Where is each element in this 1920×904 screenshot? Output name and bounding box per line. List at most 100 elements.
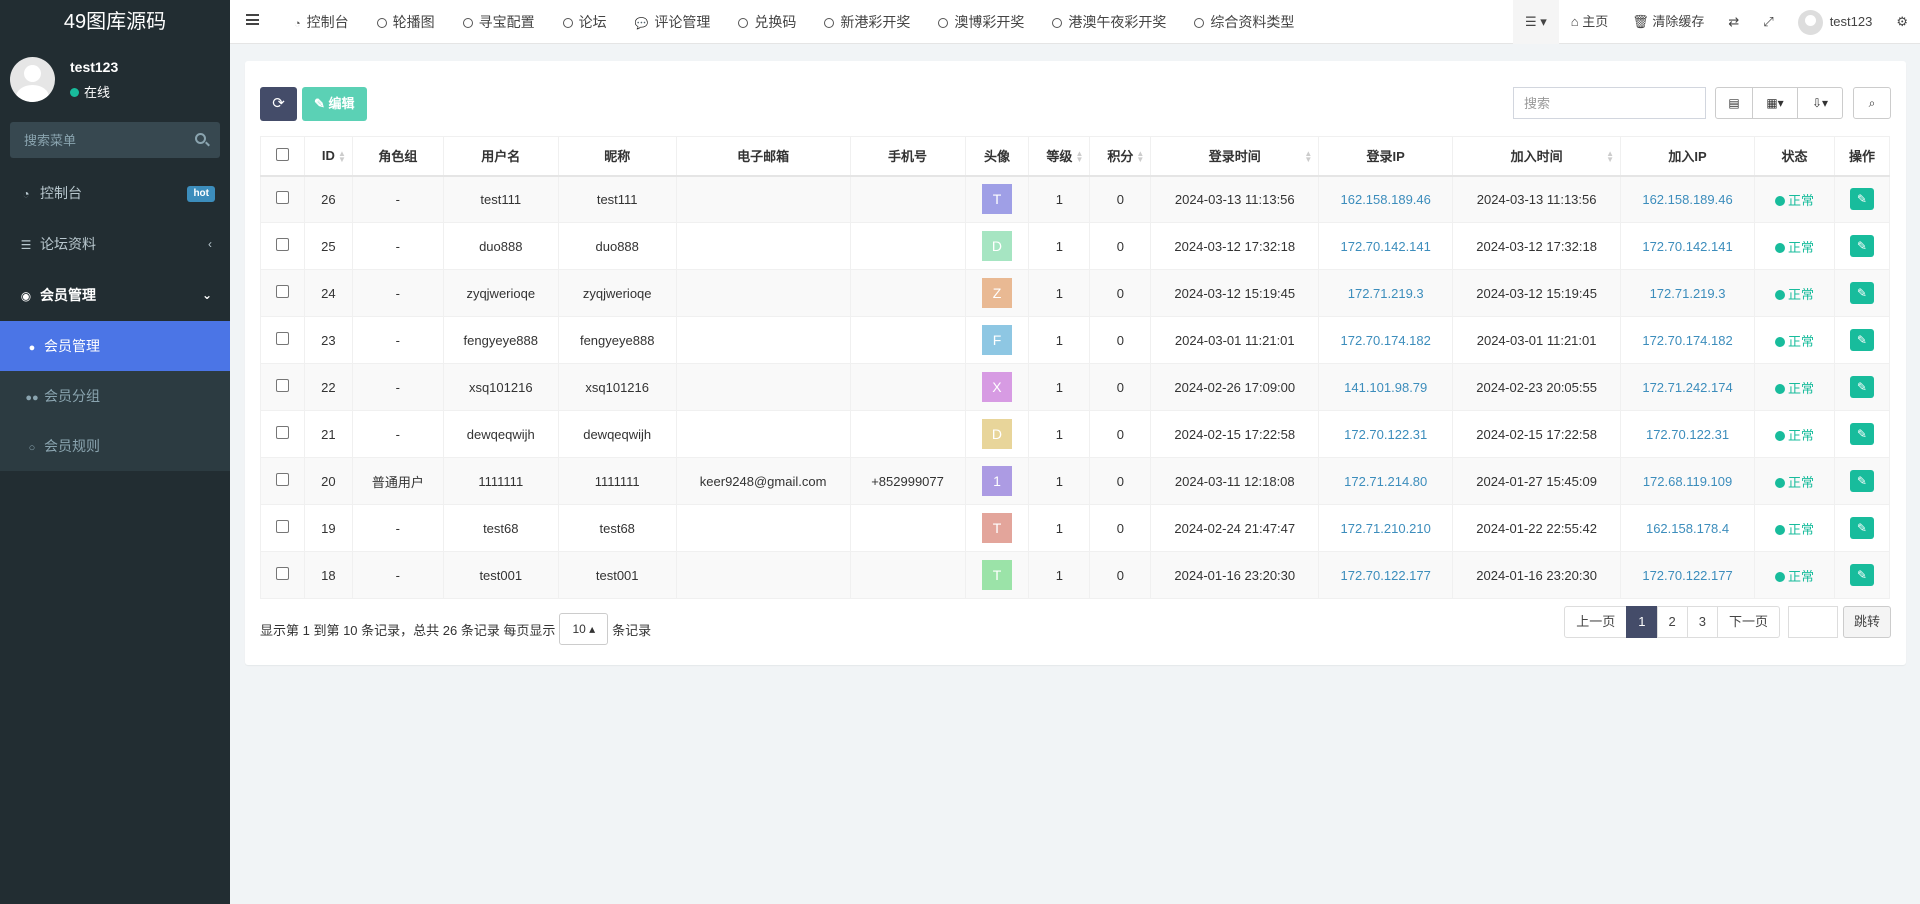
sidebar-item-members[interactable]: ◉ 会员管理 ⌄	[0, 270, 230, 321]
row-edit-button[interactable]: ✎	[1849, 517, 1874, 539]
cell-login-time: 2024-03-11 12:18:08	[1150, 457, 1320, 505]
col-level[interactable]: 等级 ▲ ▼	[1028, 136, 1091, 177]
status-badge[interactable]: 正常	[1774, 522, 1814, 537]
login-ip-link[interactable]: 172.71.219.3	[1348, 286, 1424, 301]
table-search-input[interactable]	[1513, 87, 1706, 119]
status-badge[interactable]: 正常	[1774, 381, 1814, 396]
sidebar-item-dashboard[interactable]: ◔ 控制台 hot	[0, 168, 230, 219]
sidebar-subitem-member-manage[interactable]: ● 会员管理	[0, 321, 230, 371]
brand-logo[interactable]: 49图库源码	[0, 0, 230, 44]
sidebar-search-input[interactable]	[10, 122, 220, 158]
row-edit-button[interactable]: ✎	[1849, 235, 1874, 257]
col-id[interactable]: ID ▲ ▼	[303, 136, 353, 177]
prev-page-button[interactable]: 上一页	[1564, 606, 1628, 638]
sidebar-item-label: 控制台	[40, 185, 82, 201]
row-edit-button[interactable]: ✎	[1849, 376, 1874, 398]
tab-treasure[interactable]: 寻宝配置	[449, 0, 549, 44]
join-ip-link[interactable]: 162.158.189.46	[1642, 192, 1732, 207]
row-edit-button[interactable]: ✎	[1849, 423, 1874, 445]
join-ip-link[interactable]: 172.71.219.3	[1650, 286, 1726, 301]
row-edit-button[interactable]: ✎	[1849, 188, 1874, 211]
login-ip-link[interactable]: 172.71.214.80	[1344, 474, 1427, 489]
cell-actions: ✎	[1833, 551, 1891, 599]
login-ip-link[interactable]: 162.158.189.46	[1341, 192, 1431, 207]
row-checkbox[interactable]	[275, 473, 289, 486]
toggle-view-button[interactable]: ▤	[1715, 87, 1753, 119]
user-menu[interactable]: test123	[1786, 0, 1885, 44]
tab-midnight-lottery[interactable]: 港澳午夜彩开奖	[1038, 0, 1180, 44]
fullscreen-button[interactable]: ⤢	[1751, 0, 1785, 44]
home-link[interactable]: ⌂ 主页	[1559, 0, 1620, 44]
tab-xingang-lottery[interactable]: 新港彩开奖	[810, 0, 924, 44]
login-ip-link[interactable]: 172.70.142.141	[1341, 239, 1431, 254]
settings-button[interactable]: ⚙	[1884, 0, 1920, 44]
select-all-checkbox[interactable]	[275, 147, 289, 161]
status-badge[interactable]: 正常	[1774, 334, 1814, 349]
status-badge[interactable]: 正常	[1774, 569, 1814, 584]
next-page-button[interactable]: 下一页	[1716, 606, 1780, 638]
row-checkbox[interactable]	[275, 332, 289, 345]
page-size-select[interactable]: 10 ▴	[559, 613, 609, 645]
row-checkbox[interactable]	[275, 379, 289, 392]
row-checkbox[interactable]	[275, 567, 289, 580]
row-checkbox[interactable]	[275, 191, 289, 205]
cell-join-ip: 172.70.142.141	[1620, 222, 1755, 270]
row-edit-button[interactable]: ✎	[1849, 470, 1874, 492]
join-ip-link[interactable]: 162.158.178.4	[1646, 521, 1729, 536]
join-ip-link[interactable]: 172.71.242.174	[1642, 380, 1732, 395]
dashboard-icon: ◔	[22, 187, 30, 201]
page-1-button[interactable]: 1	[1626, 606, 1658, 638]
tab-redeem-code[interactable]: 兑换码	[724, 0, 810, 44]
status-dot-icon	[1774, 242, 1785, 253]
login-ip-link[interactable]: 172.70.174.182	[1341, 333, 1431, 348]
tab-info-types[interactable]: 综合资料类型	[1180, 0, 1308, 44]
refresh-button[interactable]: ⟳	[260, 87, 297, 121]
row-edit-button[interactable]: ✎	[1849, 329, 1874, 351]
join-ip-link[interactable]: 172.70.174.182	[1642, 333, 1732, 348]
join-ip-link[interactable]: 172.70.142.141	[1642, 239, 1732, 254]
columns-button[interactable]: ▦▾	[1752, 87, 1798, 119]
sidebar-subitem-member-group[interactable]: ●● 会员分组	[0, 371, 230, 421]
col-login-time[interactable]: 登录时间 ▲ ▼	[1150, 136, 1320, 177]
sidebar-subitem-member-rule[interactable]: ○ 会员规则	[0, 421, 230, 471]
login-ip-link[interactable]: 141.101.98.79	[1344, 380, 1427, 395]
jump-button[interactable]: 跳转	[1842, 606, 1891, 638]
row-checkbox[interactable]	[275, 238, 289, 251]
language-button[interactable]: ⇄	[1716, 0, 1751, 44]
col-score[interactable]: 积分 ▲ ▼	[1089, 136, 1152, 177]
menu-toggle-icon[interactable]	[246, 14, 259, 25]
cell-username: dewqeqwijh	[442, 410, 559, 458]
join-ip-link[interactable]: 172.70.122.31	[1646, 427, 1729, 442]
common-search-button[interactable]: ⌕	[1853, 87, 1891, 119]
tab-carousel[interactable]: 轮播图	[363, 0, 449, 44]
page-2-button[interactable]: 2	[1656, 606, 1688, 638]
join-ip-link[interactable]: 172.70.122.177	[1642, 568, 1732, 583]
status-badge[interactable]: 正常	[1774, 475, 1814, 490]
clear-cache-button[interactable]: 🗑 清除缓存	[1620, 0, 1716, 44]
status-badge[interactable]: 正常	[1774, 428, 1814, 443]
row-checkbox[interactable]	[275, 426, 289, 439]
tabs-dropdown-button[interactable]: ☰ ▾	[1512, 0, 1559, 44]
row-edit-button[interactable]: ✎	[1849, 282, 1874, 304]
edit-button[interactable]: ✎ 编辑	[302, 87, 367, 121]
search-icon[interactable]	[195, 133, 206, 144]
login-ip-link[interactable]: 172.71.210.210	[1341, 521, 1431, 536]
login-ip-link[interactable]: 172.70.122.31	[1344, 427, 1427, 442]
row-edit-button[interactable]: ✎	[1849, 564, 1874, 586]
tab-comments[interactable]: 💬 评论管理	[621, 0, 725, 44]
status-badge[interactable]: 正常	[1774, 240, 1814, 255]
row-checkbox[interactable]	[275, 520, 289, 533]
status-badge[interactable]: 正常	[1774, 193, 1814, 208]
row-checkbox[interactable]	[275, 285, 289, 298]
export-button[interactable]: ⇩▾	[1797, 87, 1843, 119]
col-join-time[interactable]: 加入时间 ▲ ▼	[1452, 136, 1622, 177]
jump-page-input[interactable]	[1787, 606, 1838, 638]
join-ip-link[interactable]: 172.68.119.109	[1643, 474, 1732, 489]
tab-dashboard[interactable]: ◔ 控制台	[280, 0, 363, 44]
login-ip-link[interactable]: 172.70.122.177	[1341, 568, 1431, 583]
page-3-button[interactable]: 3	[1686, 606, 1718, 638]
tab-aobo-lottery[interactable]: 澳博彩开奖	[924, 0, 1038, 44]
status-badge[interactable]: 正常	[1774, 287, 1814, 302]
tab-forum[interactable]: 论坛	[549, 0, 621, 44]
sidebar-item-forum[interactable]: ☰ 论坛资料 ‹	[0, 219, 230, 270]
